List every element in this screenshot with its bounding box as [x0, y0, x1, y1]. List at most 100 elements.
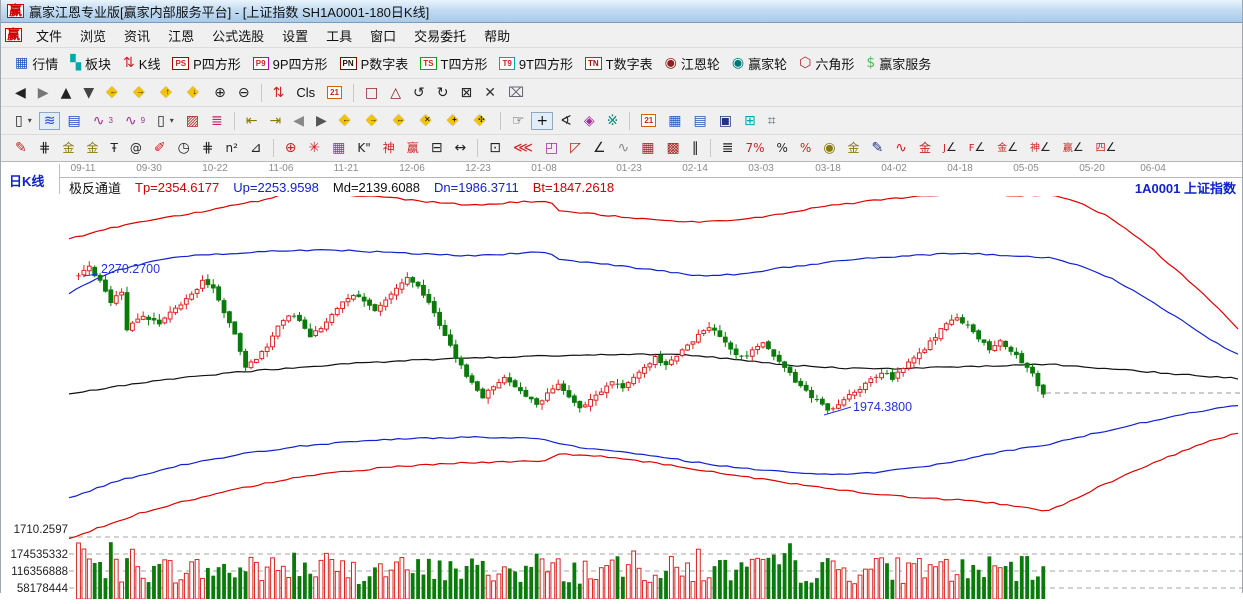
- angle-flag-button[interactable]: ⊿: [245, 139, 267, 157]
- money-pencil-button[interactable]: ✎: [867, 139, 889, 157]
- si-angle-button[interactable]: 四∠: [1091, 138, 1122, 158]
- rotate-ccw-button[interactable]: ↺: [408, 84, 430, 102]
- menu-item-6[interactable]: 工具: [317, 27, 361, 46]
- first-bar-button[interactable]: ⇤: [241, 112, 263, 130]
- shift-down-button[interactable]: ◆↓: [182, 83, 207, 102]
- parallel-button[interactable]: ∥: [687, 139, 704, 157]
- expand-v-button[interactable]: ◆✣: [469, 111, 494, 130]
- expand-left-button[interactable]: ◆←: [334, 111, 359, 130]
- kline-chart[interactable]: 1710.2597174535332116356888581784442270.…: [1, 196, 1243, 599]
- menu-item-1[interactable]: 浏览: [71, 27, 115, 46]
- cycle-clock-button[interactable]: ◷: [173, 139, 195, 157]
- candle-style-button[interactable]: ▯▾: [10, 112, 37, 130]
- remote-pc-button[interactable]: ⌗: [763, 112, 781, 130]
- shen-angle-button[interactable]: 神∠: [1025, 138, 1056, 158]
- celtic-knot-button[interactable]: ※: [602, 112, 624, 130]
- gann-wheel-button[interactable]: ◉江恩轮: [660, 52, 725, 75]
- p-number-table-button[interactable]: PNP数字表: [335, 52, 414, 75]
- 9p-square-button[interactable]: P99P四方形: [248, 52, 333, 75]
- forward-button[interactable]: ▶: [33, 84, 54, 102]
- quotes-button[interactable]: ▦行情: [10, 52, 63, 75]
- grid-red-button[interactable]: ▦: [636, 139, 659, 157]
- candle-drop-button[interactable]: ▯▾: [152, 112, 179, 130]
- winner-wheel-button[interactable]: ◉赢家轮: [727, 52, 792, 75]
- grid-purple-button[interactable]: ▦: [327, 139, 350, 157]
- select-box-button[interactable]: ⊠: [456, 84, 478, 102]
- percent-red-button[interactable]: %: [795, 139, 816, 157]
- crosshair-button[interactable]: +: [531, 112, 553, 130]
- shift-right-button[interactable]: ◆→: [128, 83, 153, 102]
- menu-item-4[interactable]: 公式选股: [203, 27, 273, 46]
- menu-item-7[interactable]: 窗口: [361, 27, 405, 46]
- gold-red-button[interactable]: 金: [914, 139, 936, 157]
- t-square-button[interactable]: TST四方形: [415, 52, 492, 75]
- cls-button[interactable]: Cls: [291, 83, 320, 102]
- gann-line-button[interactable]: ⋕: [34, 139, 56, 157]
- golden-section-button[interactable]: 金: [57, 139, 79, 157]
- shen-button[interactable]: 神: [378, 139, 400, 157]
- f-angle-button[interactable]: F∠: [964, 138, 991, 158]
- ying-button[interactable]: 赢: [402, 139, 424, 157]
- shift-up-button[interactable]: ◆↑: [155, 83, 180, 102]
- draw-pencil-button[interactable]: ✎: [10, 139, 32, 157]
- menu-item-3[interactable]: 江恩: [159, 27, 203, 46]
- wave9-button[interactable]: ∿9: [120, 112, 150, 130]
- angle-measure-button[interactable]: ∢: [555, 112, 577, 130]
- ying-angle-button[interactable]: 赢∠: [1058, 138, 1089, 158]
- memo-button[interactable]: ▤: [689, 112, 712, 130]
- percent-button[interactable]: %: [772, 139, 793, 157]
- v-wave-button[interactable]: ∿: [613, 139, 635, 157]
- title-bar[interactable]: 赢 赢家江恩专业版[赢家内部服务平台] - [上证指数 SH1A0001-180…: [1, 0, 1242, 23]
- expand-x-button[interactable]: ◆✕: [415, 111, 440, 130]
- chart-area[interactable]: 1710.2597174535332116356888581784442270.…: [1, 196, 1242, 604]
- expand-h-button[interactable]: ◆↔: [388, 111, 413, 130]
- k-quote-button[interactable]: K": [352, 139, 375, 157]
- pattern-button[interactable]: ▨: [181, 112, 204, 130]
- t-number-table-button[interactable]: TNT数字表: [580, 52, 658, 75]
- trend-angle-button[interactable]: ∠: [588, 139, 611, 157]
- gann-flower-button[interactable]: ◈: [579, 112, 600, 130]
- save-button[interactable]: ▣: [714, 112, 737, 130]
- calc-list-button[interactable]: ≣: [717, 139, 739, 157]
- gold-circle-button[interactable]: ◉: [818, 139, 840, 157]
- gann-fan-button[interactable]: ⋘: [508, 139, 538, 157]
- prev-bar-button[interactable]: ◀: [288, 112, 309, 130]
- ruler-button[interactable]: ⊟: [426, 139, 448, 157]
- collapse-button[interactable]: ✕: [479, 84, 501, 102]
- expand-right-button[interactable]: ◆→: [361, 111, 386, 130]
- menu-item-9[interactable]: 帮助: [475, 27, 519, 46]
- expand-all-button[interactable]: ◆+: [442, 111, 467, 130]
- calendar-button[interactable]: 21: [322, 84, 347, 101]
- zoom-out-button[interactable]: ⊖: [233, 84, 255, 102]
- spiral-button[interactable]: @: [125, 139, 147, 157]
- p-square-button[interactable]: PSP四方形: [167, 52, 245, 75]
- down-button[interactable]: ▼: [78, 84, 99, 102]
- winner-service-button[interactable]: $赢家服务: [861, 52, 936, 75]
- tick-line-button[interactable]: ⋕: [197, 139, 219, 157]
- golden-box-button[interactable]: 金: [81, 139, 103, 157]
- pan-hand-button[interactable]: ☞: [507, 112, 530, 130]
- wave-channel-button[interactable]: ∿: [890, 139, 912, 157]
- percent-line-button[interactable]: 7%: [740, 139, 769, 157]
- hexagon-button[interactable]: ⬡六角形: [794, 52, 859, 75]
- t-updown-button[interactable]: ⇅: [268, 84, 290, 102]
- box-grid-button[interactable]: ⊡: [484, 139, 506, 157]
- sectors-button[interactable]: ▚板块: [65, 52, 116, 75]
- up-button[interactable]: ▲: [56, 84, 77, 102]
- star-grid-button[interactable]: ✳: [303, 139, 325, 157]
- calculator-button[interactable]: ▦: [663, 112, 686, 130]
- triangle-tool-button[interactable]: △: [385, 84, 406, 102]
- fan-corner-button[interactable]: ◸: [565, 139, 586, 157]
- menu-item-0[interactable]: 文件: [27, 27, 71, 46]
- gold-line-button[interactable]: 金: [843, 139, 865, 157]
- pencil2-button[interactable]: ✐: [149, 139, 171, 157]
- 9t-square-button[interactable]: T99T四方形: [494, 52, 578, 75]
- grid-red2-button[interactable]: ▩: [661, 139, 684, 157]
- share-button[interactable]: ⊞: [739, 112, 761, 130]
- delete-tool-button[interactable]: ⌧: [503, 84, 529, 102]
- shift-left-button[interactable]: ◆←: [101, 83, 126, 102]
- menu-item-5[interactable]: 设置: [273, 27, 317, 46]
- n2-button[interactable]: n²: [221, 139, 243, 157]
- zoom-in-button[interactable]: ⊕: [209, 84, 231, 102]
- kline-button[interactable]: ⇅K线: [118, 52, 165, 75]
